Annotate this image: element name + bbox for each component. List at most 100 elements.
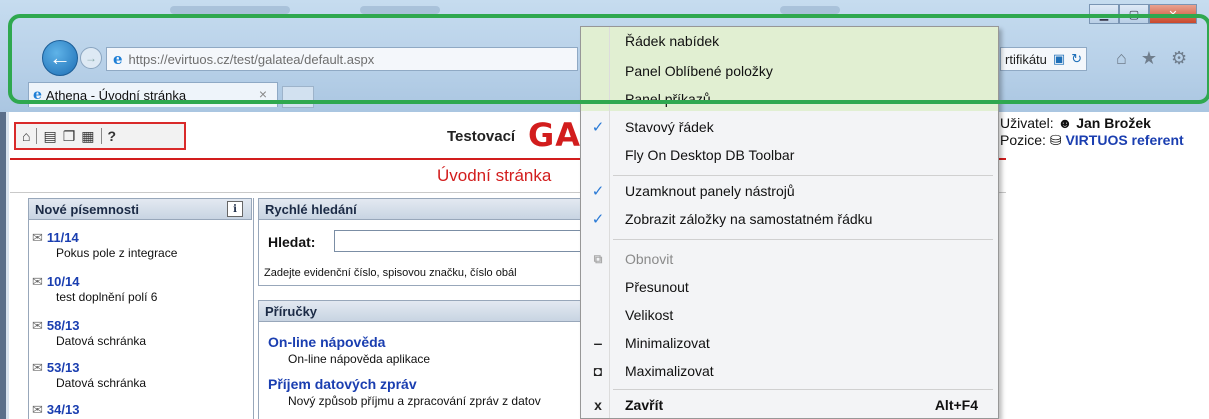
checkmark-icon: ✓	[591, 183, 605, 200]
menu-item-label: Panel Oblíbené položky	[625, 63, 773, 79]
maximize-icon: ◘	[593, 363, 603, 379]
back-button[interactable]: ←	[42, 40, 78, 76]
browser-tab[interactable]: e Athena - Úvodní stránka ×	[28, 82, 278, 107]
manual-link[interactable]: Příjem datových zpráv	[268, 376, 417, 392]
toolbar-separator	[100, 128, 102, 144]
document-description: Pokus pole z integrace	[56, 246, 178, 260]
quick-search-title: Rychlé hledání	[265, 201, 357, 217]
close-icon: x	[594, 397, 602, 413]
new-tab-button[interactable]	[282, 86, 314, 108]
menu-item-lock-toolbars[interactable]: ✓ Uzamknout panely nástrojů	[581, 177, 998, 205]
tab-close-icon[interactable]: ×	[259, 86, 267, 102]
certificate-text: rtifikátu	[1005, 51, 1047, 67]
document-number[interactable]: 34/13	[47, 402, 80, 417]
document-item[interactable]: ✉ 10/14 test doplnění polí 6	[32, 274, 157, 304]
document-item[interactable]: ✉ 11/14 Pokus pole z integrace	[32, 230, 177, 260]
search-hint: Zadejte evidenční číslo, spisovou značku…	[264, 267, 517, 279]
documents-icon[interactable]: ▤	[43, 128, 56, 145]
menu-separator	[613, 239, 993, 240]
menu-item-label: Velikost	[625, 307, 674, 323]
menu-item-fly-on-desktop[interactable]: Fly On Desktop DB Toolbar	[581, 141, 998, 169]
new-documents-title: Nové písemnosti	[35, 201, 140, 217]
background-window-strip	[0, 2, 1209, 20]
home-icon[interactable]: ⌂	[1116, 48, 1127, 69]
quick-search-header: Rychlé hledání	[258, 198, 588, 220]
address-url: https://evirtuos.cz/test/galatea/default…	[129, 52, 375, 67]
search-input[interactable]	[334, 230, 584, 252]
position-icon: ⛁	[1049, 132, 1062, 148]
menu-item-label: Fly On Desktop DB Toolbar	[625, 147, 795, 163]
user-label: Uživatel:	[1000, 115, 1054, 131]
restore-icon: ⧉	[593, 251, 603, 266]
user-info: Uživatel: ☻ Jan Brožek Pozice: ⛁ VIRTUOS…	[1000, 115, 1184, 149]
browser-toolbar-icons: ⌂ ★ ⚙	[1116, 48, 1187, 69]
menu-item-menu-bar[interactable]: Řádek nabídek	[581, 27, 998, 55]
maximize-window-button[interactable]: ▢	[1119, 4, 1149, 24]
page-title: Úvodní stránka	[437, 166, 552, 185]
menu-item-maximize[interactable]: ◘ Maximalizovat	[581, 357, 998, 385]
compatibility-view-icon[interactable]: ▣	[1053, 51, 1065, 67]
manual-link[interactable]: On-line nápověda	[268, 334, 385, 350]
document-mail-icon: ✉	[32, 318, 43, 333]
document-mail-icon: ✉	[32, 274, 43, 289]
manuals-title: Příručky	[265, 303, 318, 319]
app-toolbar: ⌂ ▤ ❐ ▦ ?	[14, 122, 186, 150]
copy-icon[interactable]: ❐	[63, 128, 76, 145]
app-logo: GA	[528, 116, 581, 154]
search-label: Hledat:	[268, 234, 316, 250]
minimize-window-button[interactable]: ▁	[1089, 4, 1119, 24]
toolbar-separator	[36, 128, 38, 144]
info-button[interactable]: i	[227, 201, 243, 217]
document-number[interactable]: 58/13	[47, 318, 80, 333]
ie-page-icon: e	[113, 50, 123, 68]
close-window-button[interactable]: ✕	[1149, 4, 1197, 24]
menu-item-status-bar[interactable]: ✓ Stavový řádek	[581, 113, 998, 141]
menu-item-move[interactable]: Přesunout	[581, 273, 998, 301]
ghost-tab	[780, 6, 840, 14]
url-path: /test/galatea/default.aspx	[229, 51, 375, 67]
user-name: Jan Brožek	[1076, 115, 1151, 131]
settings-gear-icon[interactable]: ⚙	[1171, 48, 1187, 69]
refresh-icon[interactable]: ↻	[1071, 51, 1082, 67]
document-number[interactable]: 11/14	[47, 230, 79, 245]
window-frame-inner	[6, 112, 9, 419]
app-title-prefix: Testovací	[447, 128, 516, 145]
menu-item-close[interactable]: x Zavřít Alt+F4	[581, 391, 998, 419]
document-item[interactable]: ✉ 34/13	[32, 402, 79, 418]
home-page-icon[interactable]: ⌂	[22, 128, 30, 144]
document-item[interactable]: ✉ 58/13 Datová schránka	[32, 318, 146, 348]
ghost-tab	[170, 6, 290, 14]
checkmark-icon: ✓	[591, 211, 605, 228]
position-label: Pozice:	[1000, 132, 1046, 148]
menu-separator	[613, 175, 993, 176]
forward-arrow-icon: →	[85, 51, 97, 65]
document-number[interactable]: 10/14	[47, 274, 80, 289]
menu-item-command-bar[interactable]: Panel příkazů	[581, 85, 998, 113]
position-link[interactable]: VIRTUOS referent	[1065, 132, 1183, 148]
manual-description: On-line nápověda aplikace	[288, 352, 431, 366]
menu-item-label: Zobrazit záložky na samostatném řádku	[625, 211, 873, 227]
url-domain: https://evirtuos.cz	[128, 51, 230, 67]
document-item[interactable]: ✉ 53/13 Datová schránka	[32, 360, 146, 390]
address-bar-right[interactable]: rtifikátu ▣ ↻	[1000, 47, 1088, 71]
menu-item-label: Minimalizovat	[625, 335, 710, 351]
favorites-star-icon[interactable]: ★	[1141, 48, 1157, 69]
menu-item-tabs-separate-row[interactable]: ✓ Zobrazit záložky na samostatném řádku	[581, 205, 998, 233]
menu-item-size[interactable]: Velikost	[581, 301, 998, 329]
menu-item-minimize[interactable]: ‒ Minimalizovat	[581, 329, 998, 357]
tab-title: Athena - Úvodní stránka	[45, 87, 187, 103]
address-bar[interactable]: e https://evirtuos.cz/test/galatea/defau…	[106, 47, 578, 71]
help-button[interactable]: ?	[108, 128, 117, 144]
forward-button[interactable]: →	[80, 47, 102, 69]
menu-shortcut: Alt+F4	[934, 397, 978, 413]
document-number[interactable]: 53/13	[47, 360, 80, 375]
menu-item-label: Obnovit	[625, 251, 674, 267]
minimize-icon: ‒	[594, 335, 602, 351]
menu-item-favorites-bar[interactable]: Panel Oblíbené položky	[581, 57, 998, 85]
menu-item-label: Panel příkazů	[625, 91, 711, 107]
clipboard-icon[interactable]: ▦	[81, 128, 94, 145]
ghost-tab	[360, 6, 440, 14]
manual-description: Nový způsob příjmu a zpracování zpráv z …	[288, 394, 541, 408]
document-mail-icon: ✉	[32, 230, 43, 245]
document-description: test doplnění polí 6	[56, 290, 158, 304]
